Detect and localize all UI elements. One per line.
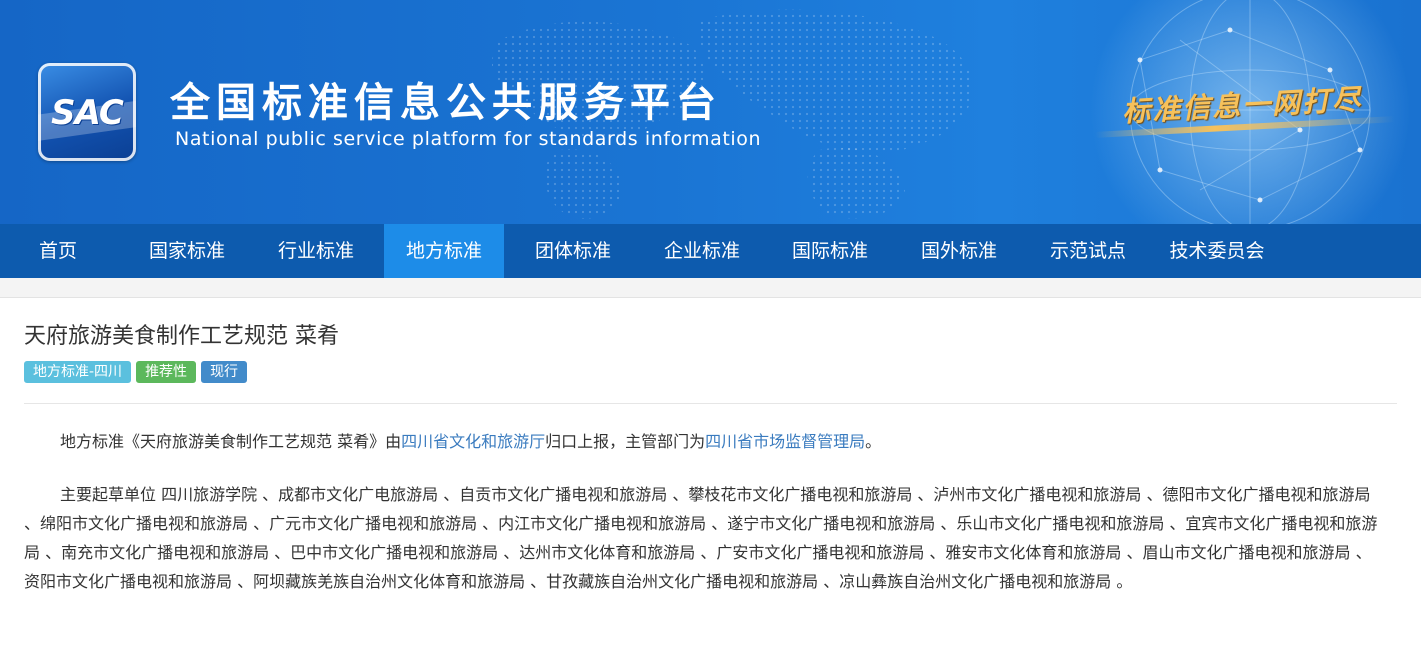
main-nav: 首页 国家标准 行业标准 地方标准 团体标准 企业标准 国际标准 国外标准 示范… <box>0 224 1421 278</box>
nav-item-national-standards[interactable]: 国家标准 <box>127 224 247 278</box>
logo-text: SAC <box>51 93 124 133</box>
sac-logo[interactable]: SAC <box>38 63 136 161</box>
nav-item-group-standards[interactable]: 团体标准 <box>513 224 633 278</box>
nav-item-home[interactable]: 首页 <box>18 224 98 278</box>
standard-detail-card: 天府旅游美食制作工艺规范 菜肴 地方标准-四川 推荐性 现行 地方标准《天府旅游… <box>0 297 1421 650</box>
nav-item-international-standards[interactable]: 国际标准 <box>770 224 890 278</box>
drafting-units: 主要起草单位 四川旅游学院 、成都市文化广电旅游局 、自贡市文化广播电视和旅游局… <box>24 485 1378 591</box>
summary-suffix: 。 <box>865 432 882 451</box>
authority-link[interactable]: 四川省市场监督管理局 <box>705 432 865 451</box>
nav-item-foreign-standards[interactable]: 国外标准 <box>899 224 1019 278</box>
standard-badges: 地方标准-四川 推荐性 现行 <box>24 361 248 383</box>
section-divider <box>24 403 1397 404</box>
summary-middle: 归口上报，主管部门为 <box>545 432 706 451</box>
badge-status-current: 现行 <box>201 361 248 383</box>
standard-title: 天府旅游美食制作工艺规范 菜肴 <box>24 324 339 349</box>
badge-recommended: 推荐性 <box>136 361 197 383</box>
site-subtitle: National public service platform for sta… <box>175 128 762 150</box>
nav-item-enterprise-standards[interactable]: 企业标准 <box>642 224 762 278</box>
site-banner: SAC 全国标准信息公共服务平台 National public service… <box>0 0 1421 224</box>
site-title: 全国标准信息公共服务平台 <box>170 80 722 126</box>
badge-local-standard-sichuan: 地方标准-四川 <box>24 361 132 383</box>
reporter-link[interactable]: 四川省文化和旅游厅 <box>401 432 545 451</box>
standard-summary: 地方标准《天府旅游美食制作工艺规范 菜肴》由四川省文化和旅游厅归口上报，主管部门… <box>24 430 1397 454</box>
nav-item-industry-standards[interactable]: 行业标准 <box>256 224 376 278</box>
summary-prefix: 地方标准《天府旅游美食制作工艺规范 菜肴》由 <box>60 432 402 451</box>
nav-item-pilot-demonstration[interactable]: 示范试点 <box>1028 224 1148 278</box>
nav-item-local-standards[interactable]: 地方标准 <box>384 224 504 278</box>
nav-item-technical-committees[interactable]: 技术委员会 <box>1157 224 1277 278</box>
